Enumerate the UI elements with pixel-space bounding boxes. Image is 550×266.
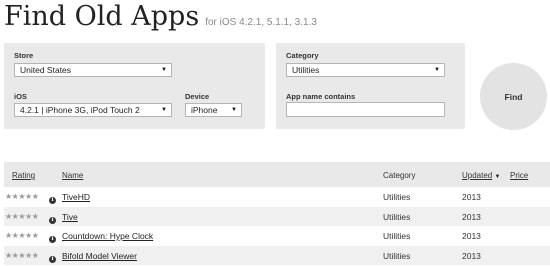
- category-label: Category: [286, 51, 319, 60]
- app-updated: 2013: [462, 192, 481, 202]
- app-updated: 2013: [462, 211, 481, 222]
- header-price[interactable]: Price: [510, 171, 528, 180]
- star-rating-icon: ★★★★★: [5, 231, 39, 240]
- info-icon[interactable]: i: [49, 216, 56, 224]
- app-name-label: App name contains: [286, 92, 356, 101]
- chevron-down-icon: ▼: [161, 107, 167, 113]
- ios-select-value: 4.2.1 | iPhone 3G, iPod Touch 2: [20, 105, 140, 115]
- chevron-down-icon: ▼: [434, 67, 440, 73]
- device-select[interactable]: iPhone ▼: [185, 103, 242, 117]
- star-rating-icon: ★★★★★: [5, 211, 39, 221]
- title-bar: Find Old Apps for iOS 4.2.1, 5.1.1, 3.1.…: [4, 0, 317, 40]
- info-icon[interactable]: i: [49, 255, 56, 263]
- table-row: ★★★★★ i TiveHD Utilities 2013: [4, 187, 550, 207]
- app-updated: 2013: [462, 231, 481, 241]
- app-name-link[interactable]: Bifold Model Viewer: [62, 251, 137, 261]
- filter-panel-left: Store United States ▼ iOS 4.2.1 | iPhone…: [4, 43, 265, 129]
- table-header: Rating Name Category Updated ▼ Price: [4, 162, 550, 187]
- ios-select[interactable]: 4.2.1 | iPhone 3G, iPod Touch 2 ▼: [14, 103, 172, 117]
- info-icon[interactable]: i: [49, 236, 56, 243]
- page-subtitle: for iOS 4.2.1, 5.1.1, 3.1.3: [205, 17, 317, 28]
- table-row: ★★★★★ i Bifold Model Viewer Utilities 20…: [4, 245, 550, 265]
- store-select-value: United States: [20, 65, 72, 75]
- category-select-value: Utilities: [292, 65, 320, 75]
- store-select[interactable]: United States ▼: [14, 63, 172, 77]
- info-icon[interactable]: i: [49, 197, 56, 204]
- header-category: Category: [383, 171, 416, 180]
- device-select-value: iPhone: [191, 105, 218, 115]
- star-rating-icon: ★★★★★: [5, 192, 39, 201]
- app-category: Utilities: [383, 231, 411, 241]
- header-rating[interactable]: Rating: [12, 171, 35, 180]
- device-label: Device: [185, 92, 210, 101]
- app-category: Utilities: [383, 192, 411, 202]
- results-table: Rating Name Category Updated ▼ Price ★★★…: [4, 162, 550, 265]
- chevron-down-icon: ▼: [231, 107, 237, 113]
- header-updated[interactable]: Updated: [462, 171, 492, 180]
- table-row: ★★★★★ i Countdown: Hype Clock Utilities …: [4, 226, 550, 246]
- sort-desc-icon: ▼: [494, 174, 501, 180]
- filter-panel-right: Category Utilities ▼ App name contains: [276, 43, 465, 129]
- category-select[interactable]: Utilities ▼: [286, 63, 445, 77]
- app-updated: 2013: [462, 250, 481, 261]
- app-name-link[interactable]: Tive: [62, 212, 78, 222]
- chevron-down-icon: ▼: [161, 67, 167, 73]
- star-rating-icon: ★★★★★: [5, 250, 39, 260]
- app-name-link[interactable]: Countdown: Hype Clock: [62, 231, 153, 241]
- find-button[interactable]: Find: [480, 63, 547, 130]
- app-category: Utilities: [383, 211, 411, 222]
- store-label: Store: [14, 51, 34, 60]
- table-row: ★★★★★ i Tive Utilities 2013: [4, 206, 550, 226]
- header-name[interactable]: Name: [62, 171, 83, 180]
- ios-label: iOS: [14, 92, 27, 101]
- app-category: Utilities: [383, 250, 411, 261]
- app-name-link[interactable]: TiveHD: [62, 192, 90, 202]
- page-title: Find Old Apps: [4, 1, 200, 32]
- header-updated-sort[interactable]: Updated ▼: [462, 171, 500, 180]
- app-name-input[interactable]: [286, 102, 445, 117]
